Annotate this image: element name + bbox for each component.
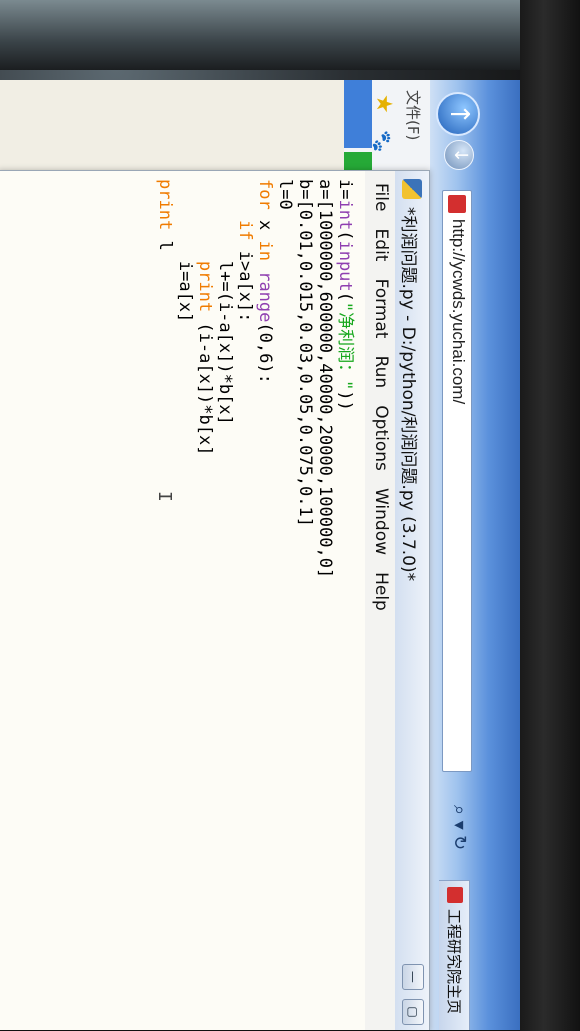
idle-menubar: File Edit Format Run Options Window Help bbox=[364, 171, 395, 1030]
code-line[interactable]: i=a[x] bbox=[175, 179, 195, 1030]
screen: ↑ ↓ http://ycwds.yuchai.com/ ⌕ ▾ ↻ 工程研究院… bbox=[0, 80, 520, 1030]
browser-file-menu[interactable]: 文件(F) bbox=[403, 90, 424, 140]
code-line[interactable]: l+=(i-a[x])*b[x] bbox=[215, 179, 235, 1030]
code-text[interactable]: i=int(input("净利润：")) a=[1000000,600000,40… bbox=[155, 171, 365, 1030]
baidu-paw-icon[interactable]: 🐾 bbox=[371, 130, 392, 152]
refresh-icon[interactable]: ↻ bbox=[449, 835, 470, 850]
code-line[interactable]: for x in range(0,6): bbox=[255, 179, 275, 1030]
browser-tab[interactable]: 工程研究院主页 bbox=[439, 880, 470, 1030]
window-titlebar[interactable]: *利润问题.py - D:/python/利润问题.py (3.7.0)* — … bbox=[395, 171, 429, 1030]
code-line[interactable]: l=0 bbox=[275, 179, 295, 1030]
menu-help[interactable]: Help bbox=[371, 572, 391, 611]
code-line[interactable]: if i>a[x]: bbox=[235, 179, 255, 1030]
back-arrow-icon[interactable]: ↑ bbox=[436, 92, 480, 136]
code-editor[interactable]: i=int(input("净利润：")) a=[1000000,600000,40… bbox=[0, 171, 365, 1030]
forward-glyph: ↓ bbox=[450, 147, 471, 163]
menu-run[interactable]: Run bbox=[371, 356, 391, 389]
window-title: *利润问题.py - D:/python/利润问题.py (3.7.0)* bbox=[398, 207, 418, 582]
back-glyph: ↑ bbox=[444, 103, 474, 125]
page-header-blue-block bbox=[344, 80, 372, 148]
idle-app-icon bbox=[402, 179, 422, 199]
tab-label: 工程研究院主页 bbox=[445, 909, 463, 1015]
code-line[interactable]: i=int(input("净利润：")) bbox=[335, 179, 355, 1030]
monitor-side-edge bbox=[520, 0, 580, 1031]
idle-editor-window: *利润问题.py - D:/python/利润问题.py (3.7.0)* — … bbox=[0, 170, 430, 1030]
browser-chrome: ↑ ↓ http://ycwds.yuchai.com/ ⌕ ▾ ↻ 工程研究院… bbox=[430, 80, 520, 1030]
menu-window[interactable]: Window bbox=[371, 488, 391, 555]
text-cursor-icon: I bbox=[154, 491, 175, 502]
code-line[interactable]: print (i-a[x])*b[x] bbox=[195, 179, 215, 1030]
forward-arrow-icon[interactable]: ↓ bbox=[444, 140, 474, 170]
tab-favicon-icon bbox=[447, 887, 463, 903]
code-line[interactable]: a=[1000000,600000,40000,20000,100000,0] bbox=[315, 179, 335, 1030]
address-url[interactable]: http://ycwds.yuchai.com/ bbox=[448, 219, 468, 404]
monitor-top-edge bbox=[0, 0, 580, 70]
site-favicon-icon bbox=[448, 195, 466, 213]
search-icon[interactable]: ⌕ ▾ bbox=[449, 805, 470, 830]
code-line[interactable]: print l bbox=[155, 179, 175, 1030]
menu-edit[interactable]: Edit bbox=[371, 229, 391, 262]
maximize-button[interactable]: ▢ bbox=[402, 999, 424, 1025]
address-bar[interactable]: http://ycwds.yuchai.com/ bbox=[442, 190, 472, 772]
menu-format[interactable]: Format bbox=[371, 279, 391, 339]
favorites-star-icon[interactable]: ★ bbox=[371, 94, 396, 114]
menu-options[interactable]: Options bbox=[371, 405, 391, 471]
menu-file[interactable]: File bbox=[371, 183, 391, 211]
code-line[interactable]: b=[0.01,0.015,0.03,0.05,0.075,0.1] bbox=[295, 179, 315, 1030]
minimize-button[interactable]: — bbox=[402, 963, 424, 990]
window-controls: — ▢ bbox=[402, 960, 424, 1025]
